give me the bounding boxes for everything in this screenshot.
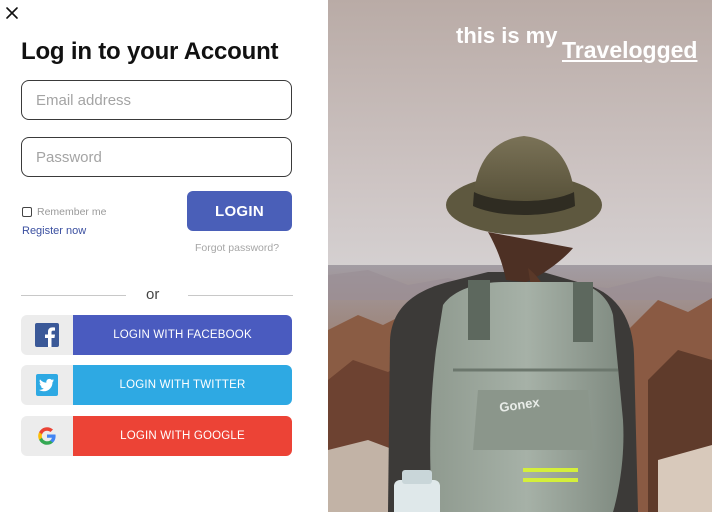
email-field[interactable] [21, 80, 292, 120]
divider-or: or [146, 286, 160, 303]
google-icon-box [21, 416, 73, 456]
register-link[interactable]: Register now [22, 225, 86, 237]
brand-link[interactable]: Travelogged [562, 37, 697, 64]
remember-me[interactable]: Remember me [22, 206, 106, 218]
close-icon[interactable] [4, 5, 20, 21]
facebook-icon [35, 323, 59, 347]
google-icon [38, 427, 56, 445]
remember-checkbox[interactable] [22, 207, 32, 217]
hero-tagline: this is my [456, 23, 558, 48]
google-login-label: LOGIN WITH GOOGLE [73, 416, 292, 456]
hero-photo: Gonex [328, 0, 712, 512]
twitter-login-label: LOGIN WITH TWITTER [73, 365, 292, 405]
facebook-login-button[interactable]: LOGIN WITH FACEBOOK [21, 315, 292, 355]
facebook-login-label: LOGIN WITH FACEBOOK [73, 315, 292, 355]
remember-label: Remember me [37, 206, 107, 218]
google-login-button[interactable]: LOGIN WITH GOOGLE [21, 416, 292, 456]
page-title: Log in to your Account [21, 38, 279, 65]
divider-right [188, 295, 293, 296]
twitter-icon-box [21, 365, 73, 405]
login-button[interactable]: LOGIN [187, 191, 292, 231]
twitter-login-button[interactable]: LOGIN WITH TWITTER [21, 365, 292, 405]
forgot-password-link[interactable]: Forgot password? [195, 242, 279, 254]
login-panel: Log in to your Account Remember me Regis… [0, 0, 328, 512]
facebook-icon-box [21, 315, 73, 355]
password-field[interactable] [21, 137, 292, 177]
divider-left [21, 295, 126, 296]
twitter-icon [36, 374, 58, 396]
hero-panel: Gonex this is my Travelogged [328, 0, 712, 512]
